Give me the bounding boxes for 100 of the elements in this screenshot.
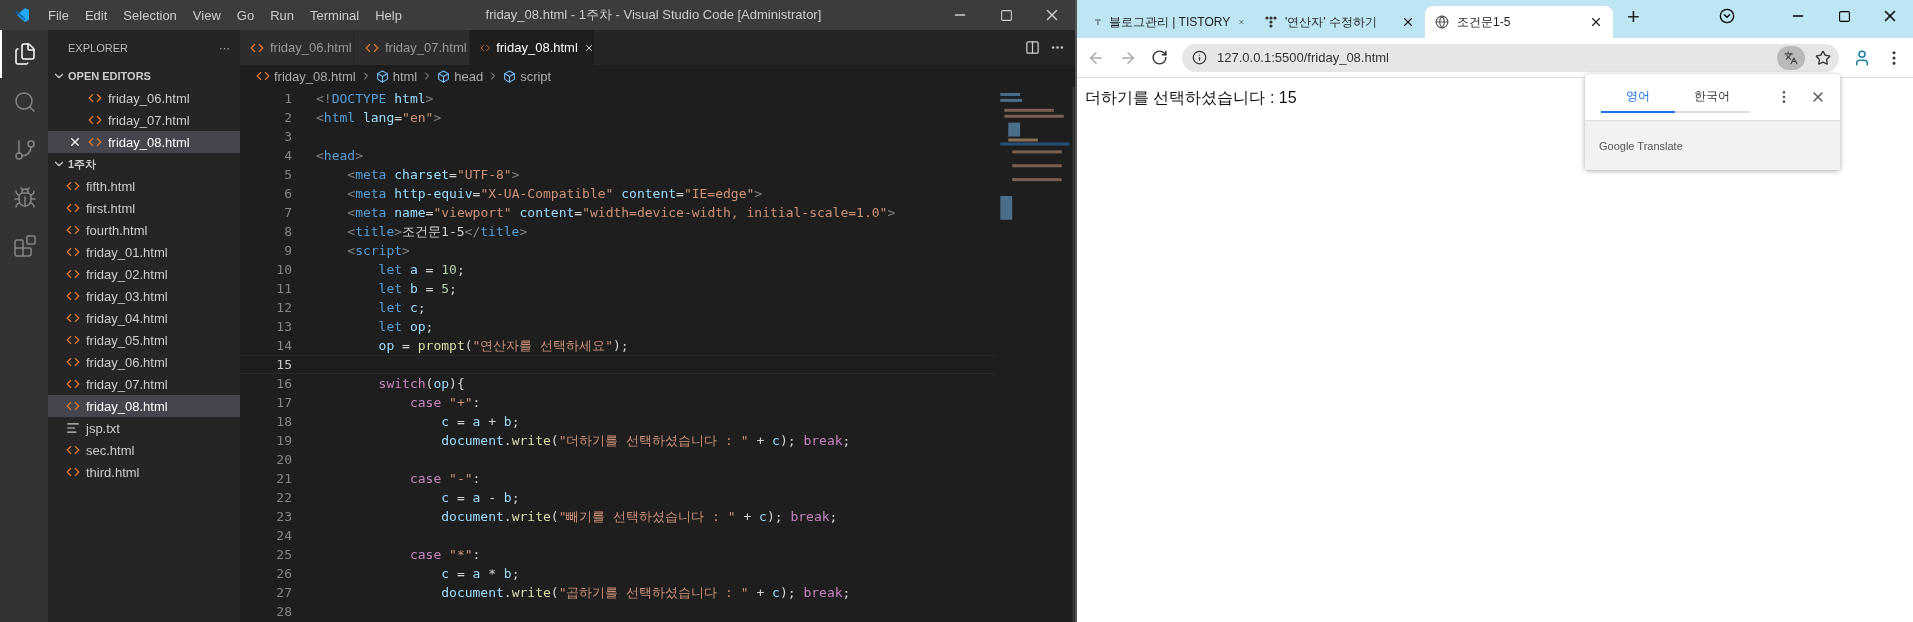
explorer-item[interactable]: jsp.txt: [48, 417, 240, 439]
menu-item[interactable]: Terminal: [302, 7, 368, 23]
explorer-item[interactable]: first.html: [48, 197, 240, 219]
code-line: switch(op){: [377, 376, 465, 391]
code-icon: [66, 289, 80, 303]
maximize-icon[interactable]: [1837, 9, 1851, 23]
line-number: 26: [275, 566, 292, 581]
line-number: 7: [283, 205, 292, 220]
editor-tab[interactable]: friday_06.html: [240, 30, 355, 65]
line-number: 8: [283, 224, 292, 239]
breadcrumb[interactable]: script: [503, 68, 552, 84]
code-line: document.write("빼기를 선택하셨습니다 : " + c); break;: [440, 507, 838, 526]
explorer-title: EXPLORER: [68, 41, 128, 54]
code-line: let op;: [377, 319, 434, 334]
language-tab[interactable]: 한국어: [1675, 81, 1749, 113]
code-line: c = a + b;: [440, 414, 520, 429]
menu-item[interactable]: Help: [367, 7, 410, 23]
code-icon: [66, 443, 80, 457]
code-icon: [66, 267, 80, 281]
bookmark-star-icon[interactable]: [1815, 49, 1831, 66]
profile-icon[interactable]: [1853, 48, 1871, 67]
explorer-item[interactable]: friday_02.html: [48, 263, 240, 285]
close-icon[interactable]: [1589, 15, 1603, 29]
code-icon: [66, 355, 80, 369]
explorer-item[interactable]: friday_05.html: [48, 329, 240, 351]
explorer-item[interactable]: third.html: [48, 461, 240, 483]
menu-item[interactable]: Go: [228, 7, 263, 23]
line-number: 1: [283, 91, 292, 106]
line-number: 5: [283, 167, 292, 182]
code-line: document.write("곱하기를 선택하셨습니다 : " + c); break;: [440, 583, 851, 602]
code-line: <html lang="en">: [316, 110, 442, 125]
line-number: 11: [275, 281, 292, 296]
open-editor-item[interactable]: friday_06.html: [48, 87, 240, 109]
code-line: c = a * b;: [440, 566, 520, 581]
open-editor-item[interactable]: friday_08.html: [48, 131, 240, 153]
explorer-item[interactable]: friday_06.html: [48, 351, 240, 373]
line-number: 24: [275, 528, 292, 543]
line-number: 20: [275, 452, 292, 467]
menu-item[interactable]: File: [40, 7, 77, 23]
open-editor-item[interactable]: friday_07.html: [48, 109, 240, 131]
address-bar[interactable]: 127.0.0.1:5500/friday_08.html: [1182, 43, 1839, 72]
reload-icon[interactable]: [1151, 49, 1168, 66]
open-editors-header[interactable]: OPEN EDITORS: [48, 65, 240, 87]
breadcrumb[interactable]: friday_08.html: [256, 68, 356, 84]
menu-item[interactable]: Selection: [115, 7, 185, 23]
new-tab-button[interactable]: +: [1613, 4, 1654, 34]
line-number: 2: [283, 110, 292, 125]
line-number: 21: [275, 471, 292, 486]
translate-icon: [1784, 50, 1798, 65]
line-number: 15: [275, 357, 292, 372]
explorer-item[interactable]: friday_07.html: [48, 373, 240, 395]
explorer-item[interactable]: friday_01.html: [48, 241, 240, 263]
split-editor-icon[interactable]: [1025, 40, 1040, 55]
code-line: <head>: [316, 148, 363, 163]
browser-tab[interactable]: 조건문1-5: [1425, 6, 1613, 38]
code-line: c = a - b;: [440, 490, 520, 505]
close-icon[interactable]: [1401, 15, 1415, 29]
code-line: case "*":: [408, 547, 481, 562]
breadcrumb[interactable]: head: [437, 68, 484, 84]
folder-header[interactable]: 1주차: [48, 153, 240, 175]
browser-tab[interactable]: '연산자' 수정하기: [1255, 6, 1425, 38]
language-tab[interactable]: 영어: [1601, 81, 1675, 113]
window-title: friday_08.html - 1주차 - Visual Studio Code [Administrator]: [484, 6, 823, 24]
line-number: 12: [275, 300, 292, 315]
browser-tab[interactable]: 블로그관리 | TISTORY: [1085, 6, 1255, 38]
more-button[interactable]: ···: [219, 41, 230, 54]
close-icon[interactable]: [68, 135, 82, 149]
editor-tab[interactable]: friday_08.html: [470, 30, 595, 65]
page-text: 더하기를 선택하셨습니다 : 15: [1085, 88, 1297, 108]
explorer-item[interactable]: fifth.html: [48, 175, 240, 197]
code-icon: [66, 399, 80, 413]
line-number: 17: [275, 395, 292, 410]
text-file-icon: [66, 421, 80, 435]
explorer-item[interactable]: friday_04.html: [48, 307, 240, 329]
code-icon: [66, 179, 80, 193]
code-icon: [66, 245, 80, 259]
translate-button[interactable]: [1777, 45, 1805, 70]
cube-icon: [503, 69, 517, 83]
code-line: case "-":: [408, 471, 481, 486]
code-icon: [66, 377, 80, 391]
menu-item[interactable]: View: [184, 7, 229, 23]
code-line: <script>: [346, 243, 410, 258]
menu-item[interactable]: Edit: [76, 7, 116, 23]
line-number: 19: [275, 433, 292, 448]
explorer-item[interactable]: friday_08.html: [48, 395, 240, 417]
explorer-item[interactable]: fourth.html: [48, 219, 240, 241]
line-number: 27: [275, 585, 292, 600]
explorer-item[interactable]: sec.html: [48, 439, 240, 461]
line-number: 6: [283, 186, 292, 201]
tab-search-icon[interactable]: [1719, 8, 1735, 24]
breadcrumb[interactable]: html: [375, 68, 418, 84]
menu-item[interactable]: Run: [262, 7, 302, 23]
explorer-item[interactable]: friday_03.html: [48, 285, 240, 307]
cube-icon: [437, 69, 451, 83]
code-icon: [88, 135, 102, 149]
info-icon[interactable]: [1192, 50, 1207, 65]
editor-tab[interactable]: friday_07.html: [355, 30, 470, 65]
dots-icon: [1095, 16, 1101, 28]
code-line: <!DOCTYPE html>: [316, 91, 434, 106]
code-icon: [66, 311, 80, 325]
